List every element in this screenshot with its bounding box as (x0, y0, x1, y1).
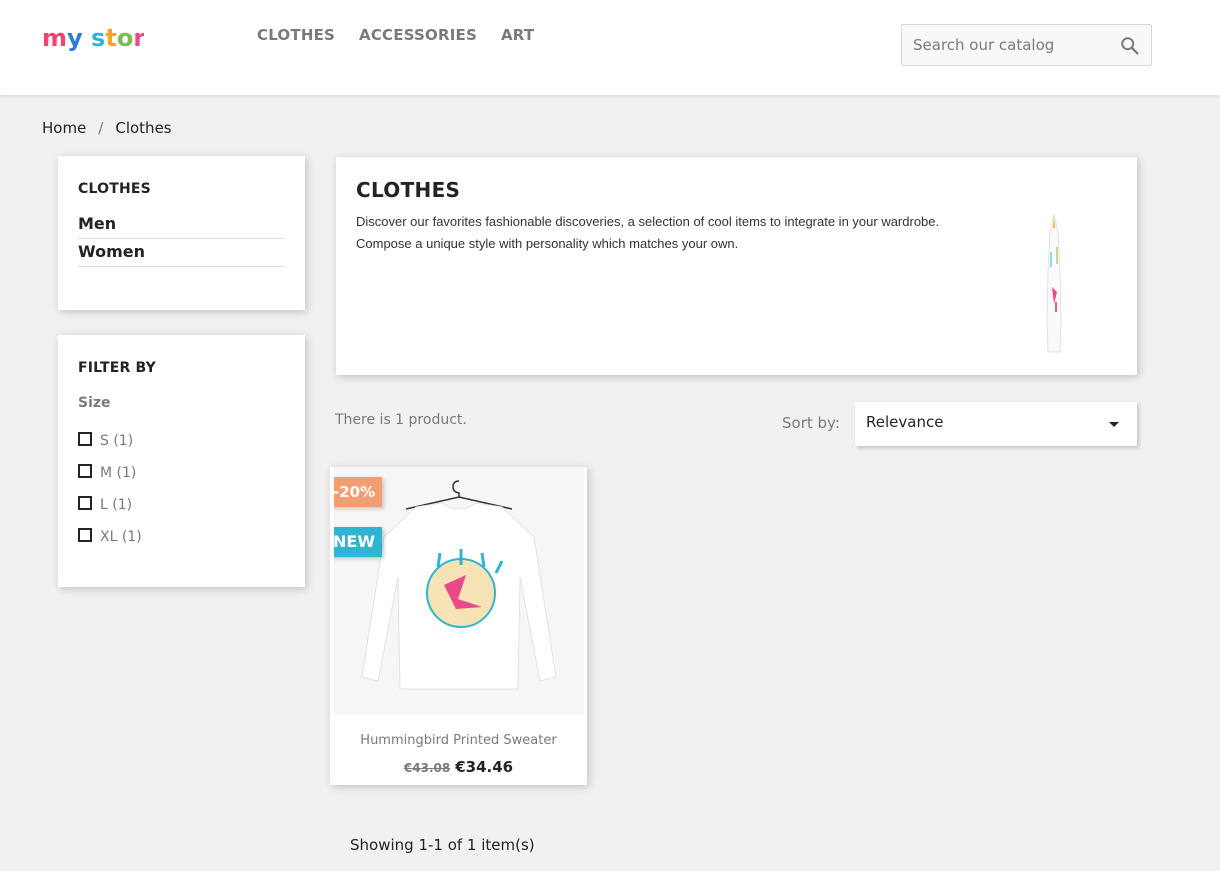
category-image (1046, 213, 1062, 353)
facet-option-label: XL (1) (100, 529, 142, 545)
checkbox[interactable] (78, 464, 92, 478)
filter-panel: FILTER BY Size S (1) M (1) L (1) XL (1) (58, 335, 305, 587)
subcategory-women[interactable]: Women (78, 239, 285, 267)
regular-price: €43.08 (403, 761, 451, 775)
sort-selected-value: Relevance (866, 413, 944, 431)
new-badge: NEW (334, 527, 382, 557)
product-thumbnail[interactable]: -20% NEW (334, 467, 584, 715)
breadcrumb: Home / Clothes (42, 119, 172, 137)
caret-down-icon (1109, 422, 1119, 427)
checkbox[interactable] (78, 432, 92, 446)
discount-badge: -20% (334, 477, 383, 507)
facet-option-xl[interactable]: XL (1) (78, 521, 285, 553)
nav-item-art[interactable]: ART (501, 26, 534, 44)
current-price: €34.46 (455, 758, 514, 776)
product-prices: €43.08 €34.46 (330, 758, 587, 776)
breadcrumb-separator: / (98, 119, 104, 137)
checkbox[interactable] (78, 528, 92, 542)
sort-dropdown[interactable]: Relevance (855, 402, 1137, 446)
product-card[interactable]: -20% NEW Hummingbird Printed Sweater €43… (330, 467, 587, 785)
product-name[interactable]: Hummingbird Printed Sweater (330, 733, 587, 748)
facet-option-m[interactable]: M (1) (78, 457, 285, 489)
site-header: my store CLOTHES ACCESSORIES ART (0, 0, 1220, 95)
svg-text:my store: my store (42, 24, 144, 52)
search-icon[interactable] (1119, 35, 1141, 57)
logo-image: my store (42, 24, 144, 52)
filter-title: FILTER BY (78, 360, 156, 376)
facet-option-label: L (1) (100, 497, 133, 513)
sort-label: Sort by: (782, 414, 840, 432)
facet-option-s[interactable]: S (1) (78, 425, 285, 457)
breadcrumb-clothes[interactable]: Clothes (115, 119, 171, 137)
subcategory-men[interactable]: Men (78, 211, 285, 239)
product-count: There is 1 product. (335, 412, 467, 428)
checkbox[interactable] (78, 496, 92, 510)
search-input[interactable] (902, 25, 1102, 65)
pagination-summary: Showing 1-1 of 1 item(s) (350, 836, 535, 854)
category-tree-title[interactable]: CLOTHES (78, 181, 285, 197)
top-menu: CLOTHES ACCESSORIES ART (257, 26, 534, 44)
category-header: CLOTHES Discover our favorites fashionab… (336, 157, 1137, 375)
category-description: Discover our favorites fashionable disco… (356, 214, 940, 251)
breadcrumb-home[interactable]: Home (42, 119, 86, 137)
store-logo[interactable]: my store (42, 22, 144, 54)
category-tree: CLOTHES Men Women (58, 156, 305, 310)
search-widget (901, 24, 1152, 66)
facet-option-label: M (1) (100, 465, 137, 481)
facet-option-l[interactable]: L (1) (78, 489, 285, 521)
nav-item-accessories[interactable]: ACCESSORIES (359, 26, 477, 44)
facet-title-size: Size (78, 395, 111, 411)
category-title: CLOTHES (356, 178, 461, 202)
facet-option-label: S (1) (100, 433, 134, 449)
nav-item-clothes[interactable]: CLOTHES (257, 26, 335, 44)
